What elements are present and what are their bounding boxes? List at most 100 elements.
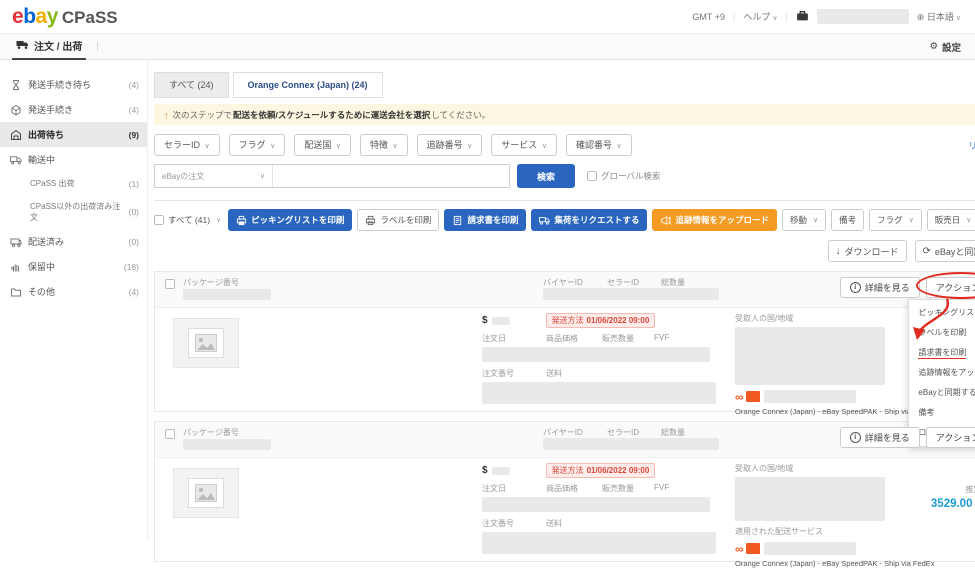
- order-number-redacted: [482, 532, 716, 554]
- total-qty-label: 総数量: [661, 277, 685, 288]
- chevron-down-icon: ∨: [909, 216, 914, 224]
- request-pickup-button[interactable]: 集荷をリクエストする: [531, 209, 647, 231]
- chevron-down-icon: ∨: [467, 143, 472, 150]
- sidebar-item-awaiting-shipment[interactable]: 出荷待ち(9): [0, 122, 147, 147]
- applied-service-label: 適用された配送サービス: [735, 526, 975, 537]
- search-button[interactable]: 検索: [517, 164, 575, 188]
- tab-all[interactable]: すべて (24): [154, 72, 229, 98]
- upload-tracking-button[interactable]: 追跡情報をアップロード: [652, 209, 777, 231]
- chevron-down-icon: ∨: [616, 143, 621, 150]
- estimated-shipping: 推定送料 3529.00 JPY: [931, 484, 975, 510]
- estimated-shipping-value: 3529.00 JPY: [931, 498, 975, 510]
- view-details-button[interactable]: i詳細を見る: [840, 427, 920, 448]
- order-values-redacted: [482, 497, 710, 512]
- search-category-select[interactable]: eBayの注文∨: [155, 165, 273, 187]
- buyer-id-label: バイヤーID: [543, 427, 583, 438]
- orders-main: すべて (24) Orange Connex (Japan) (24) ↑ 次の…: [148, 60, 975, 539]
- note-button[interactable]: 備考: [831, 209, 864, 231]
- amount-redacted: [492, 317, 510, 325]
- actions-dropdown-button[interactable]: アクション∨: [926, 427, 975, 448]
- actions-dropdown-button[interactable]: アクション∨: [926, 277, 975, 298]
- recipient-country-label: 受取人の国/地域: [735, 463, 975, 474]
- tab-orange-connex-japan[interactable]: Orange Connex (Japan) (24): [233, 72, 383, 98]
- fvf-label: FVF: [654, 333, 669, 344]
- item-thumbnail[interactable]: [173, 318, 239, 368]
- gear-icon: ⚙: [929, 41, 938, 52]
- select-all-dropdown[interactable]: すべて (41)∨: [154, 214, 221, 226]
- menu-item-upload-tracking[interactable]: 追跡情報をアップロード: [909, 363, 975, 383]
- global-search-checkbox[interactable]: グローバル検索: [587, 170, 660, 182]
- item-price-label: 商品価格: [546, 333, 602, 344]
- filter-ship-country[interactable]: 配送国 ∨: [294, 134, 351, 156]
- menu-item-sync-ebay[interactable]: eBayと同期する: [909, 383, 975, 403]
- hand-icon: [10, 261, 22, 273]
- service-redacted: [764, 390, 856, 403]
- chevron-down-icon: ∨: [336, 143, 341, 150]
- search-input[interactable]: [273, 165, 509, 187]
- sidebar-item-in-transit[interactable]: 輸送中: [0, 147, 147, 172]
- sidebar-item-cpass-shipments[interactable]: CPaSS 出荷(1): [0, 172, 147, 195]
- estimated-shipping-label: 推定送料: [931, 484, 975, 495]
- sidebar-item-on-hold[interactable]: 保留中(18): [0, 254, 147, 279]
- filter-flag[interactable]: フラグ ∨: [229, 134, 286, 156]
- sidebar-item-processing[interactable]: 発送手続き(4): [0, 97, 147, 122]
- app-header: ebayCPaSS GMT +9 | ヘルプ∨ | ⊕ 日本語∨: [0, 0, 975, 34]
- download-button[interactable]: ↓ダウンロード: [828, 240, 907, 262]
- item-thumbnail[interactable]: [173, 468, 239, 518]
- divider: [154, 200, 975, 201]
- orange-connex-logo-tag: [746, 391, 760, 402]
- filter-tracking-number[interactable]: 追跡番号 ∨: [417, 134, 483, 156]
- download-icon: ↓: [836, 246, 841, 257]
- print-picking-list-button[interactable]: ピッキングリストを印刷: [228, 209, 352, 231]
- tab-orders-shipments[interactable]: 注文 / 出荷: [12, 34, 86, 60]
- print-label-button[interactable]: ラベルを印刷: [357, 209, 439, 231]
- menu-item-print-invoice[interactable]: 請求書を印刷: [909, 343, 975, 363]
- recipient-redacted: [735, 477, 885, 521]
- menu-item-note[interactable]: 備考: [909, 403, 975, 423]
- order-number-label: 注文番号: [482, 518, 546, 529]
- filter-attributes[interactable]: 特徴 ∨: [360, 134, 408, 156]
- sale-date-dropdown[interactable]: 販売日∨: [927, 209, 975, 231]
- briefcase-icon[interactable]: [796, 9, 809, 24]
- buyer-seller-redacted: [543, 438, 719, 450]
- ship-by-badge: 発送方法01/06/2022 09:00: [546, 463, 656, 478]
- flag-dropdown[interactable]: フラグ∨: [869, 209, 922, 231]
- settings-button[interactable]: ⚙ 設定: [929, 40, 961, 54]
- bulk-action-row: すべて (41)∨ ピッキングリストを印刷 ラベルを印刷 請求書を印刷 集荷をリ…: [154, 209, 975, 231]
- filter-service[interactable]: サービス ∨: [491, 134, 557, 156]
- carrier-tabs: すべて (24) Orange Connex (Japan) (24): [154, 72, 975, 98]
- move-dropdown[interactable]: 移動∨: [782, 209, 826, 231]
- order-checkbox[interactable]: [165, 279, 175, 289]
- ebay-cpass-logo[interactable]: ebayCPaSS: [12, 5, 118, 29]
- sidebar-item-others[interactable]: その他(4): [0, 279, 147, 304]
- timezone-label: GMT +9: [692, 12, 725, 22]
- order-card-header: パッケージ番号 バイヤーID セラーID 総数量 1 i詳細を見る アクション∨: [155, 272, 975, 308]
- chevron-down-icon: ∨: [205, 143, 210, 150]
- view-details-button[interactable]: i詳細を見る: [840, 277, 920, 298]
- nav-divider: |: [96, 41, 99, 52]
- reset-link[interactable]: リセット: [968, 139, 975, 152]
- order-date-label: 注文日: [482, 483, 546, 494]
- menu-item-print-picking-list[interactable]: ピッキングリストを印刷: [909, 303, 975, 323]
- sidebar-item-non-cpass-shipped[interactable]: CPaSS以外の出荷済み注文(0): [0, 195, 147, 229]
- orange-connex-logo: ∞: [735, 392, 742, 402]
- sync-ebay-button[interactable]: ⟳eBayと同期する: [915, 240, 975, 262]
- help-menu[interactable]: ヘルプ∨: [743, 10, 777, 23]
- shipping-fee-label: 送料: [546, 368, 562, 379]
- sidebar-item-awaiting-processing[interactable]: 発送手続き待ち(4): [0, 72, 147, 97]
- secondary-action-row: ↓ダウンロード ⟳eBayと同期する: [154, 240, 975, 262]
- fvf-label: FVF: [654, 483, 669, 494]
- order-checkbox[interactable]: [165, 429, 175, 439]
- filter-seller-id[interactable]: セラーID ∨: [154, 134, 220, 156]
- item-price-label: 商品価格: [546, 483, 602, 494]
- menu-item-print-label[interactable]: ラベルを印刷: [909, 323, 975, 343]
- language-menu[interactable]: ⊕ 日本語∨: [917, 10, 961, 23]
- filter-confirmation-number[interactable]: 確認番号 ∨: [566, 134, 632, 156]
- alert-text: 次のステップで配送を依頼/スケジュールするために運送会社を選択してください。: [173, 109, 491, 121]
- sidebar-item-delivered[interactable]: 配送済み(0): [0, 229, 147, 254]
- account-name-redacted[interactable]: [817, 9, 909, 24]
- print-invoice-button[interactable]: 請求書を印刷: [444, 209, 526, 231]
- info-icon: i: [850, 432, 861, 443]
- currency-symbol: $: [482, 315, 488, 326]
- order-date-label: 注文日: [482, 333, 546, 344]
